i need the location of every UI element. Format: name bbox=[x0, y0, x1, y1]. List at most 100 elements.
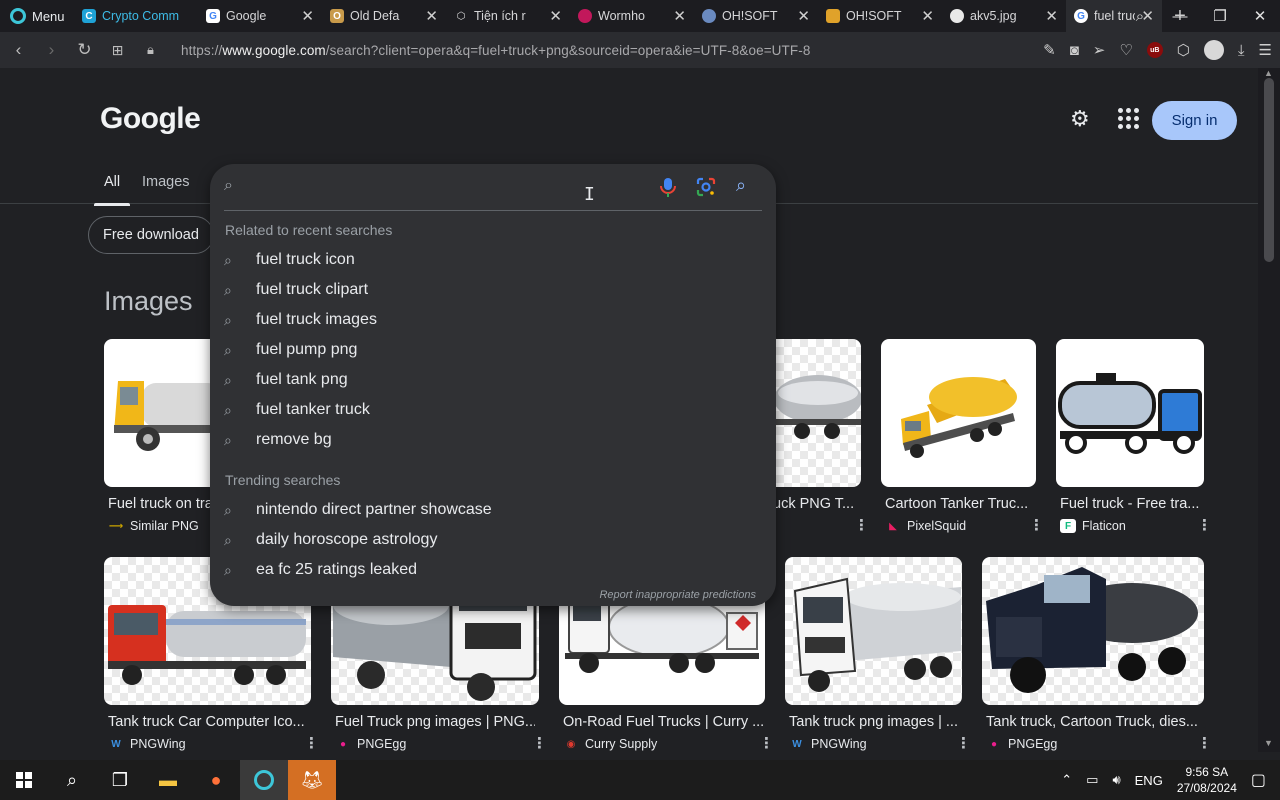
result-source[interactable]: ◉ Curry Supply bbox=[563, 737, 658, 751]
file-explorer-icon[interactable]: ▬ bbox=[144, 760, 192, 800]
sign-in-button[interactable]: Sign in bbox=[1152, 101, 1237, 140]
page-scrollbar[interactable]: ▲ ▼ bbox=[1258, 68, 1280, 752]
close-tab-icon[interactable]: ✕ bbox=[425, 7, 438, 25]
suggestion-item[interactable]: ⌕ fuel tanker truck bbox=[210, 395, 776, 425]
result-source[interactable]: ● PNGEgg bbox=[335, 737, 406, 751]
more-options-icon[interactable]: ⋮ bbox=[854, 516, 869, 534]
minimize-icon[interactable]: — bbox=[1160, 8, 1200, 25]
result-source[interactable]: ◣ PixelSquid bbox=[885, 519, 966, 533]
language-indicator[interactable]: ENG bbox=[1135, 773, 1163, 788]
opera-taskbar-icon[interactable] bbox=[240, 760, 288, 800]
network-icon[interactable]: ▭ bbox=[1086, 772, 1098, 788]
close-window-icon[interactable]: ✕ bbox=[1240, 7, 1280, 25]
download-icon[interactable]: ⤓ bbox=[1238, 42, 1245, 59]
gimp-icon[interactable]: 🦊︎ bbox=[288, 760, 336, 800]
result-title[interactable]: Fuel Truck png images | PNG... bbox=[335, 714, 535, 730]
more-options-icon[interactable]: ⋮ bbox=[304, 734, 319, 752]
close-tab-icon[interactable]: ✕ bbox=[673, 7, 686, 25]
tab-images[interactable]: Images bbox=[142, 174, 190, 190]
edit-icon[interactable]: ✎ bbox=[1043, 41, 1056, 59]
notifications-icon[interactable]: ▢ bbox=[1251, 770, 1266, 790]
tab-ohsoft-1[interactable]: OH!SOFT ✕ bbox=[694, 0, 818, 32]
result-title[interactable]: On-Road Fuel Trucks | Curry ... bbox=[563, 714, 763, 730]
lock-icon[interactable]: 🔒︎ bbox=[134, 42, 167, 58]
suggestion-item[interactable]: ⌕ fuel truck images bbox=[210, 305, 776, 335]
send-icon[interactable]: ➢ bbox=[1093, 41, 1106, 59]
suggestion-item[interactable]: ⌕ fuel truck clipart bbox=[210, 275, 776, 305]
google-lens-icon[interactable] bbox=[696, 177, 716, 197]
opera-menu-button[interactable]: Menu bbox=[0, 8, 74, 24]
result-thumbnail[interactable] bbox=[785, 557, 962, 705]
close-tab-icon[interactable]: ✕ bbox=[797, 7, 810, 25]
suggestion-item[interactable]: ⌕ fuel tank png bbox=[210, 365, 776, 395]
more-options-icon[interactable]: ⋮ bbox=[1197, 734, 1212, 752]
heart-icon[interactable]: ♡ bbox=[1119, 41, 1132, 59]
result-title[interactable]: Cartoon Tanker Truc... bbox=[885, 496, 1033, 512]
windows-start-icon[interactable] bbox=[0, 760, 48, 800]
search-icon[interactable]: ⌕ bbox=[48, 760, 96, 800]
clock[interactable]: 9:56 SA 27/08/2024 bbox=[1177, 764, 1237, 796]
camera-icon[interactable]: ◙ bbox=[1070, 42, 1079, 59]
tab-akv5[interactable]: akv5.jpg ✕ bbox=[942, 0, 1066, 32]
result-thumbnail[interactable] bbox=[104, 339, 222, 487]
result-source[interactable]: ● PNGEgg bbox=[986, 737, 1057, 751]
volume-icon[interactable]: 🔊︎ bbox=[1112, 772, 1120, 788]
tab-all[interactable]: All bbox=[93, 174, 131, 206]
result-source[interactable]: W PNGWing bbox=[789, 737, 866, 751]
close-tab-icon[interactable]: ✕ bbox=[301, 7, 314, 25]
tab-ohsoft-2[interactable]: OH!SOFT ✕ bbox=[818, 0, 942, 32]
more-options-icon[interactable]: ⋮ bbox=[1197, 516, 1212, 534]
result-title[interactable]: Tank truck, Cartoon Truck, dies... bbox=[986, 714, 1202, 730]
close-tab-icon[interactable]: ✕ bbox=[549, 7, 562, 25]
tab-wormhole[interactable]: Wormho ✕ bbox=[570, 0, 694, 32]
tab-tien-ich[interactable]: ⬡ Tiện ích r ✕ bbox=[446, 0, 570, 32]
result-thumbnail[interactable] bbox=[881, 339, 1036, 487]
scroll-down-icon[interactable]: ▼ bbox=[1264, 738, 1273, 748]
search-submit-icon[interactable]: ⌕ bbox=[736, 175, 746, 196]
scroll-up-icon[interactable]: ▲ bbox=[1264, 68, 1273, 78]
suggestion-item[interactable]: ⌕ ea fc 25 ratings leaked bbox=[210, 555, 776, 585]
apps-grid-icon[interactable] bbox=[1118, 108, 1139, 129]
scrollbar-thumb[interactable] bbox=[1264, 78, 1274, 262]
suggestion-item[interactable]: ⌕ fuel pump png bbox=[210, 335, 776, 365]
more-options-icon[interactable]: ⋮ bbox=[759, 734, 774, 752]
tab-old-default[interactable]: O Old Defa ✕ bbox=[322, 0, 446, 32]
forward-icon[interactable]: › bbox=[35, 40, 68, 60]
restore-icon[interactable]: ❐ bbox=[1200, 7, 1240, 25]
back-icon[interactable]: ‹ bbox=[2, 40, 35, 60]
result-title[interactable]: Fuel truck on tra bbox=[108, 496, 218, 512]
settings-gear-icon[interactable]: ⚙ bbox=[1070, 106, 1090, 132]
result-thumbnail[interactable] bbox=[1056, 339, 1204, 487]
result-thumbnail[interactable] bbox=[982, 557, 1204, 705]
report-predictions-link[interactable]: Report inappropriate predictions bbox=[599, 589, 756, 601]
voice-search-icon[interactable] bbox=[657, 176, 679, 198]
result-thumbnail[interactable] bbox=[776, 339, 861, 487]
tray-overflow-icon[interactable]: ⌃ bbox=[1061, 772, 1072, 788]
tab-google[interactable]: G Google ✕ bbox=[198, 0, 322, 32]
suggestion-item[interactable]: ⌕ daily horoscope astrology bbox=[210, 525, 776, 555]
suggestion-item[interactable]: ⌕ remove bg bbox=[210, 425, 776, 455]
cube-icon[interactable]: ⬡ bbox=[1177, 41, 1190, 59]
tab-grid-icon[interactable]: ⊞ bbox=[101, 42, 134, 59]
more-options-icon[interactable]: ⋮ bbox=[1029, 516, 1044, 534]
google-logo[interactable]: Google bbox=[100, 102, 201, 136]
more-options-icon[interactable]: ⋮ bbox=[956, 734, 971, 752]
close-tab-icon[interactable]: ✕ bbox=[921, 7, 934, 25]
firefox-icon[interactable]: ● bbox=[192, 760, 240, 800]
result-title[interactable]: Fuel truck - Free tra... bbox=[1060, 496, 1202, 512]
result-title[interactable]: uck PNG T... bbox=[773, 496, 858, 512]
profile-avatar[interactable] bbox=[1203, 40, 1224, 60]
result-source[interactable]: W PNGWing bbox=[108, 737, 185, 751]
result-title[interactable]: Tank truck Car Computer Ico... bbox=[108, 714, 308, 730]
tab-search-icon[interactable]: ⌕ bbox=[1120, 8, 1160, 25]
suggestion-item[interactable]: ⌕ fuel truck icon bbox=[210, 245, 776, 275]
search-input[interactable] bbox=[250, 174, 640, 200]
close-tab-icon[interactable]: ✕ bbox=[1045, 7, 1058, 25]
result-source[interactable]: F Flaticon bbox=[1060, 519, 1126, 533]
reload-icon[interactable]: ↻ bbox=[68, 40, 101, 60]
url-field[interactable]: https://www.google.com/search?client=ope… bbox=[181, 43, 810, 58]
more-options-icon[interactable]: ⋮ bbox=[532, 734, 547, 752]
easy-setup-icon[interactable]: ☰ bbox=[1259, 41, 1272, 59]
result-title[interactable]: Tank truck png images | ... bbox=[789, 714, 959, 730]
filter-chip-free-download[interactable]: Free download bbox=[88, 216, 214, 254]
